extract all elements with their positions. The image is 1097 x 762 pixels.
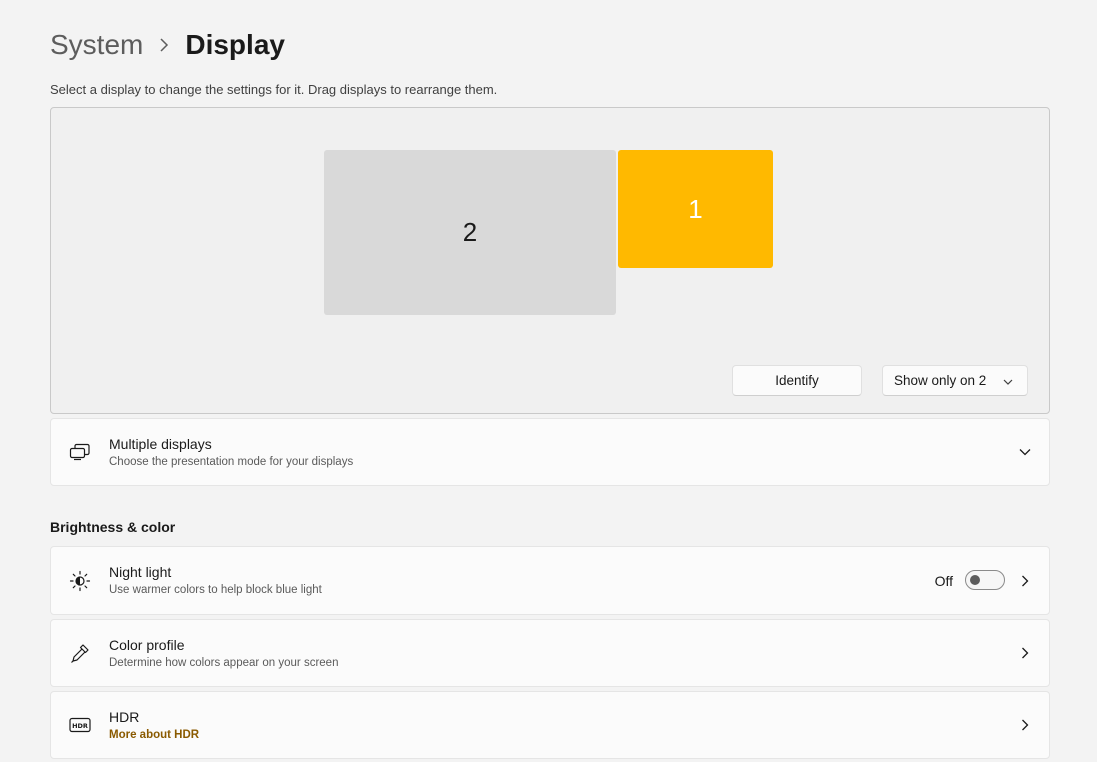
hdr-card[interactable]: HDR HDR More about HDR [50,691,1050,759]
night-light-card[interactable]: Night light Use warmer colors to help bl… [50,546,1050,615]
hdr-icon: HDR [68,713,92,737]
chevron-right-icon[interactable] [1017,573,1033,589]
multiple-displays-title: Multiple displays [109,436,212,452]
monitor-1-label: 1 [688,193,703,224]
chevron-right-icon[interactable] [1017,645,1033,661]
identify-button[interactable]: Identify [732,365,862,396]
page-title: Display [185,29,285,60]
monitor-2-label: 2 [462,217,478,247]
monitor-1-selected[interactable]: 1 [618,150,773,268]
color-profile-title: Color profile [109,637,185,653]
chevron-down-icon[interactable] [1017,444,1033,460]
night-light-title: Night light [109,564,172,580]
color-profile-card[interactable]: Color profile Determine how colors appea… [50,619,1050,687]
display-arrangement-panel: 2 1 Identify Show only on 2 [50,107,1050,414]
display-mode-value: Show only on 2 [894,373,987,388]
toggle-knob [970,575,980,585]
breadcrumb: System Display [50,26,285,64]
brightness-color-heading: Brightness & color [50,519,176,535]
night-light-icon [68,569,92,593]
night-light-toggle[interactable] [965,570,1005,590]
display-mode-dropdown[interactable]: Show only on 2 [882,365,1028,396]
color-profile-description: Determine how colors appear on your scre… [109,657,339,669]
monitor-2[interactable]: 2 [324,150,616,315]
svg-text:HDR: HDR [72,722,88,730]
multiple-displays-icon [68,440,92,464]
night-light-description: Use warmer colors to help block blue lig… [109,584,322,596]
multiple-displays-card[interactable]: Multiple displays Choose the presentatio… [50,418,1050,486]
breadcrumb-system-link[interactable]: System [50,29,143,61]
chevron-right-icon [159,38,169,52]
eyedropper-icon [68,641,92,665]
display-arrangement-hint: Select a display to change the settings … [50,82,498,97]
multiple-displays-description: Choose the presentation mode for your di… [109,456,354,468]
chevron-down-icon [1003,373,1013,388]
chevron-right-icon[interactable] [1017,717,1033,733]
hdr-title: HDR [109,709,140,725]
more-about-hdr-link[interactable]: More about HDR [109,729,199,741]
night-light-state: Off [934,573,953,589]
